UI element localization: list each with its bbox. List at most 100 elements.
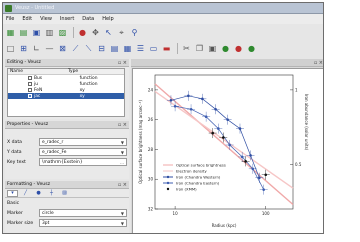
data-point: [262, 188, 266, 191]
add-graph-icon[interactable]: ∟: [31, 43, 42, 54]
save-icon[interactable]: ▣: [31, 27, 42, 38]
widget-tree[interactable]: Name Type Bus function ju function FeN x…: [7, 68, 125, 117]
data-point: [221, 136, 225, 139]
data-point: [228, 143, 231, 147]
editing-panel-header: Editing - Veusz ▫ ×: [5, 59, 129, 67]
tree-row-selected[interactable]: jac xy: [8, 93, 124, 99]
plot-area[interactable]: Optical surface brightness (mag arcsec⁻²…: [132, 68, 323, 233]
y-tick-label: 32: [148, 207, 154, 212]
y2-tick-label: 1: [295, 87, 298, 92]
add-function-icon[interactable]: ⊟: [96, 43, 107, 54]
tree-row-name: Bus: [34, 75, 43, 81]
tree-row-name: ju: [34, 81, 39, 87]
add-fit-icon[interactable]: ⟍: [83, 43, 94, 54]
tab-line-icon[interactable]: ╱: [20, 190, 31, 197]
data-point: [201, 97, 204, 101]
close-icon[interactable]: ▫ ×: [118, 182, 127, 188]
property-row: X data e_radec_r ▼: [5, 137, 129, 147]
tab-error-icon[interactable]: ┼: [46, 190, 57, 197]
editing-panel-title: Editing - Veusz: [7, 60, 41, 65]
pick-icon[interactable]: ⌖: [116, 27, 127, 38]
column-header-name[interactable]: Name: [8, 69, 66, 74]
y2-tick-label: 0.5: [295, 162, 302, 167]
new-document-icon[interactable]: ▦: [5, 27, 16, 38]
data-point: [217, 127, 220, 130]
data-point: [251, 167, 255, 171]
xy-node-icon: [28, 88, 32, 92]
cut-icon[interactable]: ✂: [181, 43, 192, 54]
menu-data[interactable]: Data: [82, 16, 94, 22]
menu-insert[interactable]: Insert: [60, 16, 74, 22]
magnifier-icon[interactable]: ⚲: [129, 27, 140, 38]
close-icon[interactable]: ▫ ×: [118, 122, 127, 128]
legend-marker: [166, 175, 170, 179]
add-contour-icon[interactable]: ▦: [122, 43, 133, 54]
tab-fill-icon[interactable]: ▨: [59, 190, 70, 197]
move-down-icon[interactable]: ●: [246, 43, 257, 54]
property-row: Y data e_radec_Fe ▼: [5, 147, 129, 157]
data-point: [244, 160, 247, 163]
print-icon[interactable]: ▥: [44, 27, 55, 38]
properties-panel-header: Properties - Veusz ▫ ×: [5, 121, 129, 129]
pointer-icon[interactable]: ✥: [90, 27, 101, 38]
legend-label: Iron (Chandra Eastern): [176, 181, 220, 186]
property-row: Marker size 3pt ▼: [5, 218, 129, 228]
legend-label: Optical surface brightness: [176, 163, 226, 168]
chart-svg: Optical surface brightness (mag arcsec⁻²…: [138, 74, 309, 228]
formatting-panel-title: Formatting - Veusz: [7, 182, 50, 187]
add-label-icon[interactable]: ▭: [148, 43, 159, 54]
x-tick-label: 100: [262, 211, 270, 216]
paste-icon[interactable]: ▣: [207, 43, 218, 54]
properties-panel: Properties - Veusz ▫ × X data e_radec_r ▼…: [5, 121, 129, 179]
legend-marker: [166, 181, 170, 185]
toolbar-separator: [177, 43, 178, 54]
add-key-icon[interactable]: ☰: [135, 43, 146, 54]
select-icon[interactable]: ↖: [103, 27, 114, 38]
y-tick-label: 28: [148, 147, 154, 152]
add-shape-icon[interactable]: ▬: [161, 43, 172, 54]
chevron-down-icon: ▼: [120, 149, 124, 155]
add-page-icon[interactable]: □: [5, 43, 16, 54]
tab-main-icon[interactable]: ▾: [7, 189, 18, 197]
add-bar-icon[interactable]: ⟋: [70, 43, 81, 54]
x-data-select[interactable]: e_radec_r ▼: [39, 138, 127, 146]
close-icon[interactable]: ▫ ×: [118, 60, 127, 66]
menu-file[interactable]: File: [6, 16, 14, 22]
add-grid-icon[interactable]: ⊞: [18, 43, 29, 54]
add-axis-icon[interactable]: —: [44, 43, 55, 54]
open-icon[interactable]: ▤: [18, 27, 29, 38]
legend-label: Iron (XMM): [176, 187, 197, 192]
marker-size-field[interactable]: 3pt ▼: [39, 219, 127, 227]
tree-row-type: function: [79, 81, 98, 87]
marker-select[interactable]: circle ▼: [39, 209, 127, 217]
legend-label: Iron (Chandra Western): [176, 175, 221, 180]
chevron-down-icon: ▼: [120, 139, 124, 145]
y-tick-label: 26: [148, 117, 154, 122]
menu-edit[interactable]: Edit: [22, 16, 32, 22]
menu-help[interactable]: Help: [102, 16, 113, 22]
data-point: [238, 127, 242, 130]
key-text-field[interactable]: \mathrm{Exstein}…: [39, 158, 127, 166]
data-point: [187, 94, 190, 98]
delete-icon[interactable]: ●: [233, 43, 244, 54]
add-xy-icon[interactable]: ⊠: [57, 43, 68, 54]
tab-marker-icon[interactable]: ●: [33, 190, 44, 197]
undo-icon[interactable]: ●: [77, 27, 88, 38]
close-icon[interactable]: ▫ ×: [314, 60, 323, 66]
window-title: Veusz - Untitled: [15, 5, 55, 11]
menu-view[interactable]: View: [40, 16, 52, 22]
y-tick-label: 24: [148, 87, 154, 92]
copy-icon[interactable]: ❐: [194, 43, 205, 54]
column-header-type[interactable]: Type: [66, 69, 78, 74]
data-point: [189, 107, 193, 111]
insert-toolbar: □ ⊞ ∟ — ⊠ ⟋ ⟍ ⊟ ▤ ▦ ☰ ▭ ▬ ✂ ❐ ▣ ● ● ●: [5, 41, 259, 56]
menu-bar: File Edit View Insert Data Help: [3, 14, 323, 24]
tree-row-name: FeN: [34, 87, 43, 93]
export-icon[interactable]: ▨: [57, 27, 68, 38]
y-data-select[interactable]: e_radec_Fe ▼: [39, 148, 127, 156]
formatting-panel-header: Formatting - Veusz ▫ ×: [5, 181, 129, 189]
move-up-icon[interactable]: ●: [220, 43, 231, 54]
data-point: [214, 107, 217, 111]
add-image-icon[interactable]: ▤: [109, 43, 120, 54]
title-bar: Veusz - Untitled: [3, 3, 323, 14]
